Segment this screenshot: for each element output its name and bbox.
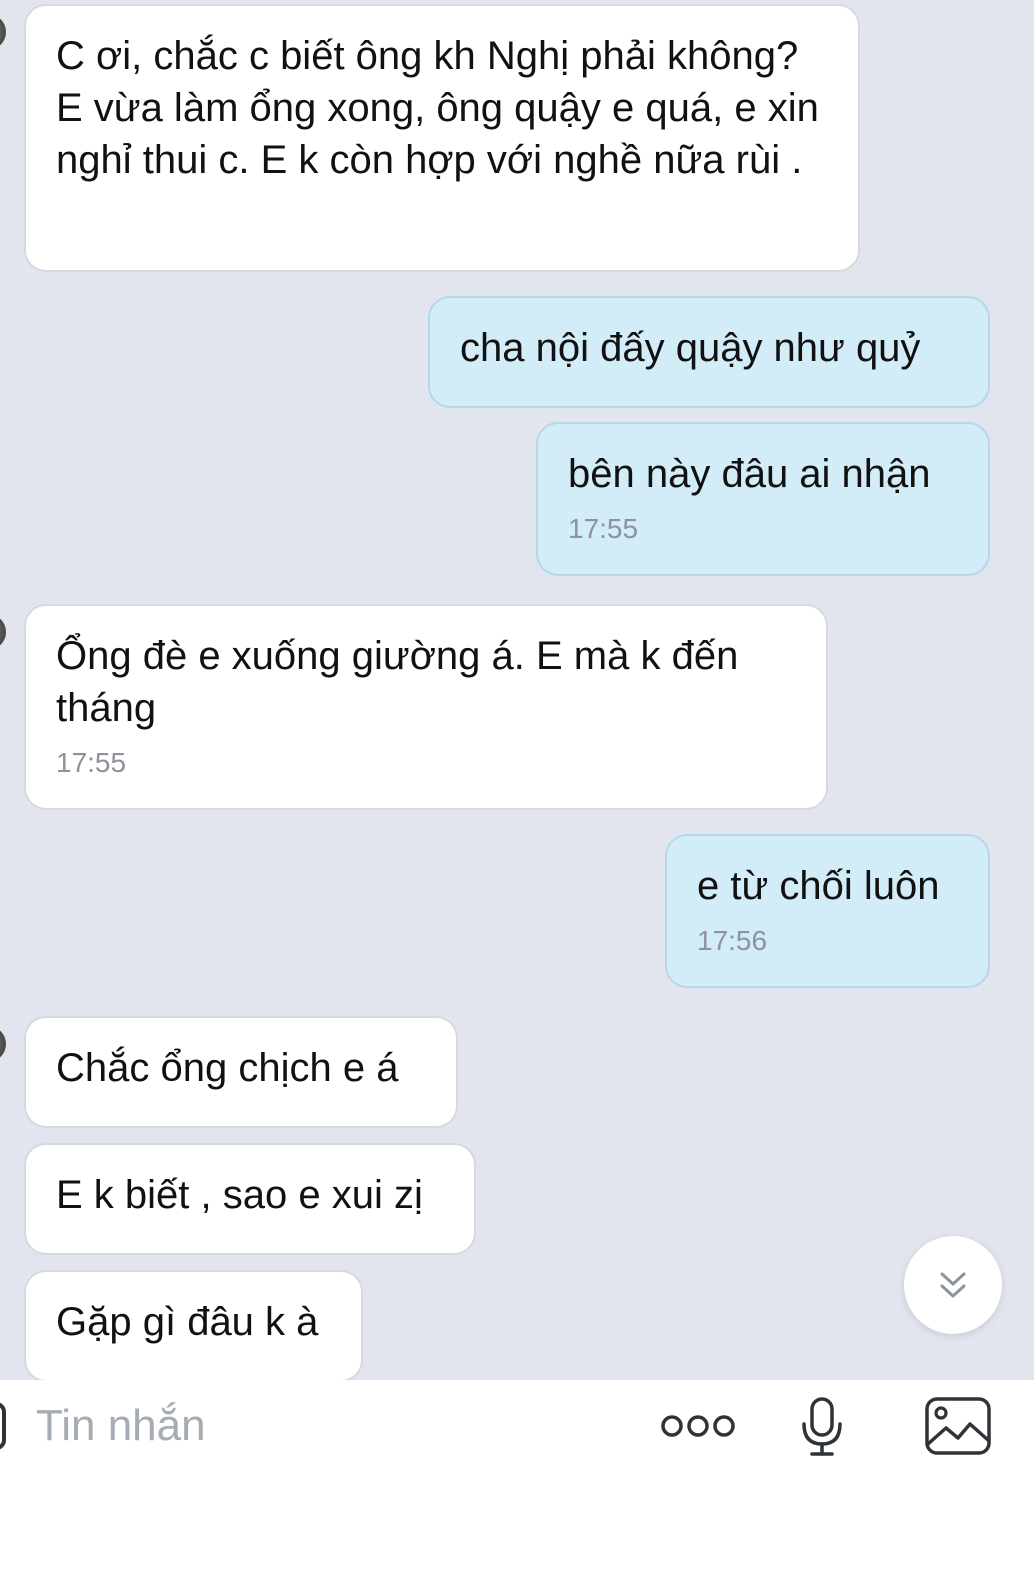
message-input[interactable] [36,1392,636,1460]
message-text: e từ chối luôn [697,864,940,908]
message-bubble-incoming[interactable]: Ổng đè e xuống giường á. E mà k đến thán… [24,604,828,810]
sticker-button[interactable] [0,1402,6,1450]
scroll-to-bottom-button[interactable] [904,1236,1002,1334]
sender-avatar[interactable] [0,14,6,50]
message-bubble-incoming[interactable]: E k biết , sao e xui zị [24,1143,476,1255]
message-timestamp: 17:56 [697,925,768,956]
message-composer [0,1380,1034,1586]
chat-thread[interactable]: C ơi, chắc c biết ông kh Nghị phải không… [0,0,1034,1380]
sender-avatar[interactable] [0,614,6,650]
more-icon[interactable] [660,1408,736,1444]
message-timestamp: 17:55 [56,747,127,778]
message-bubble-incoming[interactable]: C ơi, chắc c biết ông kh Nghị phải không… [24,4,860,272]
message-bubble-outgoing[interactable]: e từ chối luôn 17:56 [665,834,990,988]
message-text: Gặp gì đâu k à [56,1300,319,1344]
chevron-double-down-icon [940,1272,966,1298]
message-bubble-incoming[interactable]: Gặp gì đâu k à [24,1270,363,1380]
message-text: E k biết , sao e xui zị [56,1173,423,1217]
message-timestamp: 17:55 [568,513,639,544]
message-text: Ổng đè e xuống giường á. E mà k đến thán… [56,634,739,730]
message-bubble-outgoing[interactable]: bên này đâu ai nhận 17:55 [536,422,990,576]
sender-avatar[interactable] [0,1026,6,1062]
message-bubble-outgoing[interactable]: cha nội đấy quậy như quỷ [428,296,990,408]
image-icon[interactable] [924,1396,992,1456]
message-text: bên này đâu ai nhận [568,452,931,496]
message-text: cha nội đấy quậy như quỷ [460,326,921,370]
microphone-icon[interactable] [800,1396,844,1458]
message-bubble-incoming[interactable]: Chắc ổng chịch e á [24,1016,458,1128]
message-text: Chắc ổng chịch e á [56,1046,399,1090]
message-text: C ơi, chắc c biết ông kh Nghị phải không… [56,34,819,182]
